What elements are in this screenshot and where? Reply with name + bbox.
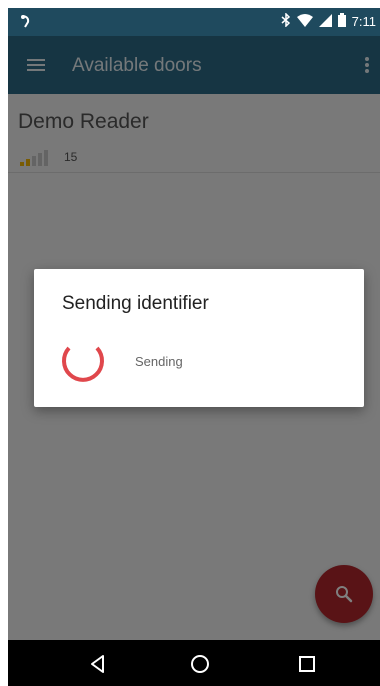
notification-icon — [20, 14, 32, 33]
home-icon[interactable] — [188, 652, 212, 676]
dialog-message: Sending — [135, 354, 183, 369]
status-bar: 7:11 — [8, 8, 380, 36]
phone-screen: 7:11 Available doors Demo Reader — [8, 8, 380, 686]
progress-dialog: Sending identifier Sending — [34, 269, 364, 407]
dialog-title: Sending identifier — [62, 293, 209, 314]
back-icon[interactable] — [86, 652, 110, 676]
wifi-icon — [296, 13, 313, 30]
battery-icon — [337, 13, 346, 30]
navigation-bar — [8, 640, 380, 686]
recents-icon[interactable] — [295, 652, 319, 676]
bluetooth-icon — [281, 12, 291, 30]
status-time: 7:11 — [351, 14, 376, 29]
loading-spinner-icon — [62, 346, 104, 382]
cell-signal-icon — [318, 13, 332, 30]
